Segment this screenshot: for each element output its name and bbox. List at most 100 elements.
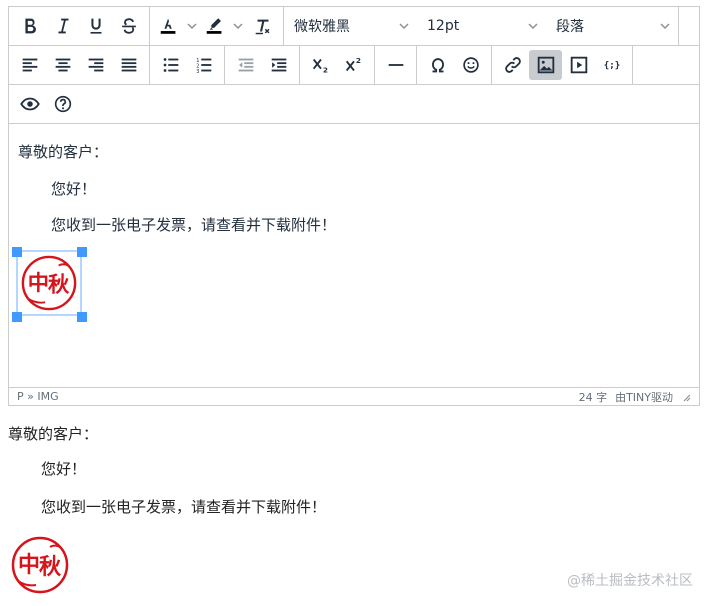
greeting-text: 尊敬的客户：: [18, 143, 109, 161]
image-button[interactable]: [529, 50, 562, 80]
resize-grip-icon: [683, 394, 691, 401]
align-group: [9, 46, 150, 84]
help-button[interactable]: [46, 89, 79, 119]
underline-button[interactable]: [79, 11, 112, 41]
block-format-value: 段落: [556, 19, 584, 35]
font-size-value: 12pt: [427, 18, 460, 34]
align-left-icon: [22, 58, 37, 72]
align-justify-icon: [121, 58, 136, 72]
editor-content[interactable]: 尊敬的客户： 您好！ 您收到一张电子发票，请查看并下载附件！ 中 秋: [9, 125, 699, 387]
preview-seal-char-2: 秋: [39, 554, 62, 580]
chevron-down-icon: [399, 23, 409, 30]
svg-text:2: 2: [355, 56, 360, 65]
clear-format-button[interactable]: [246, 11, 279, 41]
chevron-down-icon: [233, 23, 243, 30]
seal-char-1: 中: [28, 271, 49, 296]
insert-group-1: [375, 46, 417, 84]
body-text: 您收到一张电子发票，请查看并下载附件！: [51, 216, 337, 234]
media-button[interactable]: [562, 50, 595, 80]
indent-group: [225, 46, 300, 84]
link-button[interactable]: [496, 50, 529, 80]
indent-button[interactable]: [262, 50, 295, 80]
insert-group-2: [417, 46, 492, 84]
text-color-button[interactable]: [154, 11, 200, 41]
block-format-select[interactable]: 段落: [546, 11, 678, 41]
bullet-list-icon: [163, 58, 178, 72]
preview-button[interactable]: [13, 89, 46, 119]
superscript-icon: 2: [345, 56, 360, 72]
powered-by-link[interactable]: 由TINY驱动: [615, 389, 673, 405]
italic-icon: [57, 18, 68, 34]
special-char-icon: [431, 58, 444, 73]
chevron-down-icon: [660, 23, 670, 30]
preview-seal-image: 中 秋: [11, 536, 69, 594]
numbered-list-button[interactable]: 123: [187, 50, 220, 80]
font-family-group: 微软雅黑 12pt 段落: [284, 7, 679, 45]
emoji-icon: [462, 57, 479, 73]
highlight-button[interactable]: [200, 11, 246, 41]
strikethrough-button[interactable]: [112, 11, 145, 41]
text-color-icon: [160, 18, 176, 34]
seal-char-2: 秋: [48, 273, 70, 298]
align-left-button[interactable]: [13, 50, 46, 80]
font-size-select[interactable]: 12pt: [417, 11, 546, 41]
align-center-button[interactable]: [46, 50, 79, 80]
subscript-icon: 2: [312, 58, 327, 74]
code-sample-button[interactable]: {;}: [595, 50, 628, 80]
hello-text: 您好！: [51, 180, 97, 198]
help-icon: [54, 95, 71, 113]
link-icon: [504, 57, 521, 73]
seal-image[interactable]: 中 秋: [20, 254, 78, 312]
color-group: [150, 7, 284, 45]
word-count[interactable]: 24 字: [579, 389, 608, 405]
toolbar-row-3: [9, 85, 699, 124]
view-group: [9, 85, 83, 123]
italic-button[interactable]: [46, 11, 79, 41]
svg-text:2: 2: [322, 65, 327, 74]
horizontal-rule-button[interactable]: [379, 50, 412, 80]
clear-format-icon: [255, 19, 269, 35]
align-right-button[interactable]: [79, 50, 112, 80]
media-icon: [570, 56, 587, 74]
element-path[interactable]: P » IMG: [17, 390, 59, 403]
svg-text:3: 3: [196, 69, 199, 75]
resize-handle-se[interactable]: [77, 312, 87, 322]
bold-button[interactable]: [13, 11, 46, 41]
preview-hello: 您好！: [41, 460, 87, 478]
special-char-button[interactable]: [421, 50, 454, 80]
outdent-button[interactable]: [229, 50, 262, 80]
bullet-list-button[interactable]: [154, 50, 187, 80]
chevron-down-icon: [528, 23, 538, 30]
font-family-select[interactable]: 微软雅黑: [284, 11, 417, 41]
format-group: [9, 7, 150, 45]
image-selection-frame[interactable]: 中 秋: [16, 250, 82, 316]
horizontal-rule-icon: [388, 64, 403, 66]
toolbar-row-1: 微软雅黑 12pt 段落: [9, 7, 699, 46]
script-group: 2 2: [300, 46, 375, 84]
image-icon: [537, 56, 554, 74]
watermark: @稀土掘金技术社区: [567, 573, 693, 589]
list-group: 123: [150, 46, 225, 84]
preview-greeting: 尊敬的客户：: [8, 425, 99, 443]
font-family-value: 微软雅黑: [294, 19, 350, 35]
align-justify-button[interactable]: [112, 50, 145, 80]
preview-body: 您收到一张电子发票，请查看并下载附件！: [41, 498, 327, 516]
code-sample-icon: {;}: [603, 60, 620, 71]
outdent-icon: [238, 58, 253, 72]
numbered-list-icon: 123: [196, 58, 211, 75]
align-right-icon: [88, 58, 103, 72]
resize-handle-sw[interactable]: [12, 312, 22, 322]
superscript-button[interactable]: 2: [337, 50, 370, 80]
chevron-down-icon: [187, 23, 197, 30]
toolbar-row-2: 123 2 2 {;}: [9, 46, 699, 85]
subscript-button[interactable]: 2: [304, 50, 337, 80]
svg-text:{;}: {;}: [603, 60, 620, 71]
indent-icon: [271, 58, 286, 72]
resize-grip[interactable]: [681, 392, 691, 402]
align-center-icon: [55, 58, 70, 72]
emoji-button[interactable]: [454, 50, 487, 80]
preview-icon: [19, 97, 40, 111]
resize-handle-ne[interactable]: [77, 247, 87, 257]
resize-handle-nw[interactable]: [12, 247, 22, 257]
strikethrough-icon: [121, 18, 136, 34]
